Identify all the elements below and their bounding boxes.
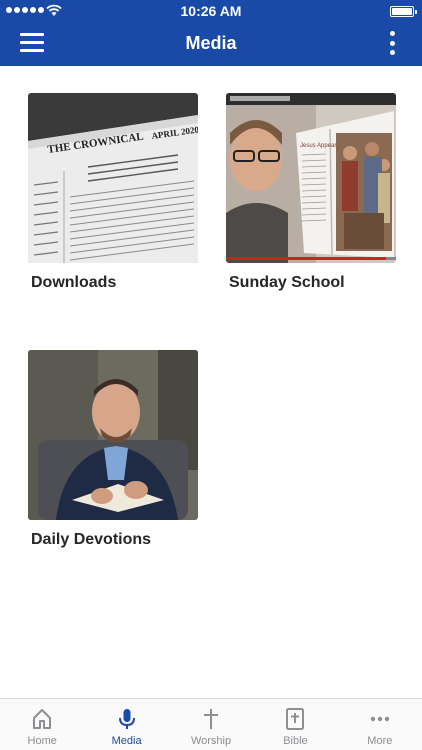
- media-card-daily-devotions[interactable]: Daily Devotions: [28, 350, 198, 549]
- nav-bar: Media: [0, 22, 422, 66]
- tab-more[interactable]: More: [338, 699, 422, 750]
- page-title: Media: [185, 33, 237, 53]
- daily-devotions-thumbnail: [28, 350, 198, 520]
- home-icon: [33, 709, 52, 729]
- bible-icon: [286, 708, 305, 730]
- sunday-school-thumbnail: Jesus Appears to Thomas: [226, 93, 396, 263]
- status-bar: 10:26 AM: [0, 0, 422, 22]
- tab-home[interactable]: Home: [0, 699, 84, 750]
- bottom-tab-bar: Home Media Worship Bible More: [0, 698, 422, 750]
- tab-label: More: [367, 735, 393, 747]
- battery-icon: [390, 6, 417, 17]
- tab-label: Media: [111, 735, 142, 747]
- tab-label: Bible: [283, 735, 308, 747]
- tab-label: Worship: [190, 735, 232, 747]
- tab-bible[interactable]: Bible: [253, 699, 337, 750]
- kebab-menu-icon[interactable]: [390, 31, 396, 55]
- status-time: 10:26 AM: [180, 3, 242, 19]
- media-card-downloads[interactable]: THE CROWNICAL APRIL 2020 Downloads: [28, 93, 198, 292]
- tab-media[interactable]: Media: [84, 699, 168, 750]
- tab-worship[interactable]: Worship: [169, 699, 253, 750]
- more-dots-icon: [370, 716, 390, 722]
- downloads-thumbnail: THE CROWNICAL APRIL 2020: [28, 93, 198, 263]
- card-label: Downloads: [31, 274, 117, 291]
- media-card-sunday-school[interactable]: Jesus Appears to Thomas Sunday School: [226, 93, 396, 292]
- card-label: Daily Devotions: [31, 531, 152, 548]
- tab-label: Home: [27, 735, 57, 747]
- cross-icon: [204, 709, 219, 729]
- card-label: Sunday School: [229, 274, 345, 291]
- microphone-icon: [118, 709, 135, 729]
